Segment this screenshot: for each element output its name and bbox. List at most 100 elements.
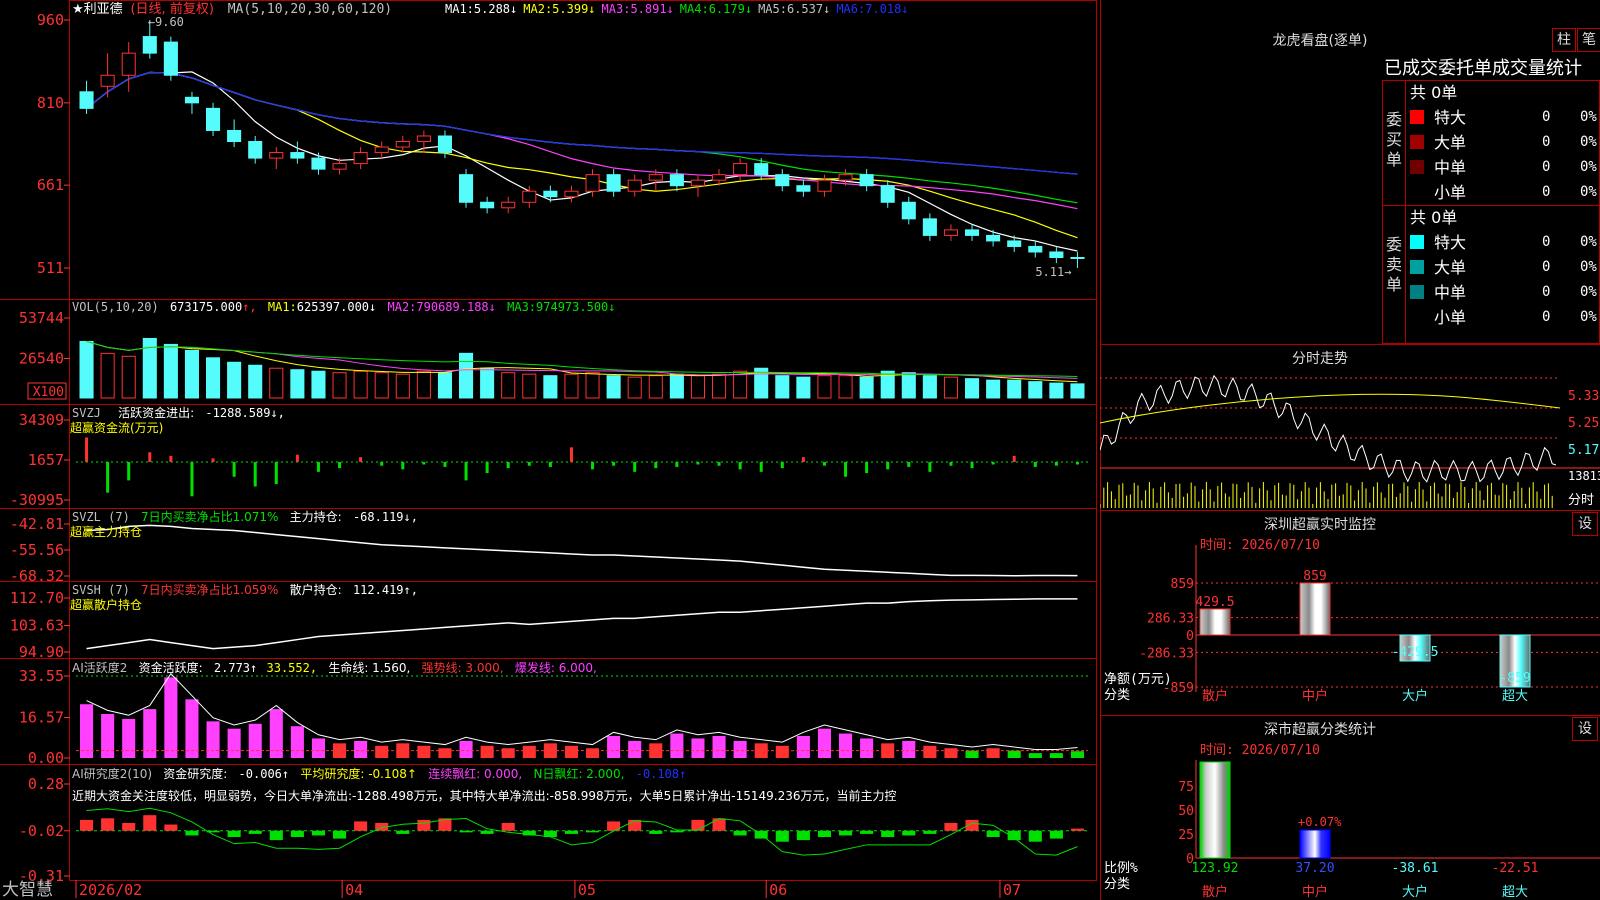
ai-active-bar <box>227 728 241 758</box>
order-percent: 0% <box>1580 284 1597 300</box>
svzj-bar <box>148 452 152 463</box>
candle <box>627 179 642 192</box>
order-size-label: 小单 <box>1434 183 1467 202</box>
vol-bar <box>374 372 389 399</box>
classify-time: 时间: 2026/07/10 <box>1200 743 1320 758</box>
svzj-bar <box>443 462 447 467</box>
axis-tick: 1657 <box>28 451 64 469</box>
price-tick: 810 <box>37 94 64 112</box>
kline-chart[interactable]: 960 810 661 511 ←9.60 5.11→ 53744 26540 X100 34… <box>0 0 1100 900</box>
svzj-bar <box>527 462 531 466</box>
vol-bar <box>1007 379 1022 399</box>
axis-tick: -30995 <box>10 491 64 509</box>
classify-top-border <box>1100 715 1600 716</box>
classify-bar-label: 123.92 <box>1192 861 1239 876</box>
research-bar <box>164 824 178 831</box>
longhu-title: 龙虎看盘(逐单) <box>1272 33 1368 49</box>
ai-active-bar <box>101 714 115 758</box>
axis-tick: 94.90 <box>19 643 64 661</box>
ma6-key: MA6: <box>836 2 865 16</box>
price-tick: 960 <box>37 11 64 29</box>
axis-tick: -68.32 <box>10 567 64 585</box>
classify-mid-label: +0.07% <box>1298 815 1342 829</box>
ai-research-note: 近期大资金关注度较低，明显弱势，今日大单净流出:-1288.498万元，其中特大… <box>72 788 897 803</box>
ai-active-value: 2.773↑ <box>214 661 257 675</box>
vol-bar <box>606 375 621 399</box>
color-swatch <box>1410 285 1424 299</box>
intraday-chart[interactable]: 5.33 5.25 5.17 13813 分时 <box>1100 368 1600 510</box>
svzl-sub: 超赢主力持仓 <box>70 524 142 539</box>
research-bar <box>480 830 494 834</box>
candle <box>121 52 136 76</box>
ai-active-bar <box>1007 750 1021 758</box>
vol-bar <box>501 372 516 399</box>
ai-active-bar <box>122 718 136 758</box>
monitor-settings-button[interactable]: 设 <box>1572 512 1598 536</box>
ai-research-nday: N日飘红: 2.000, <box>533 766 624 781</box>
ma2-key: MA2: <box>523 2 552 16</box>
vol-bar <box>901 372 916 399</box>
ai-research-value: -0.006↑ <box>239 767 290 781</box>
ma5-value: 6.537↓ <box>787 2 830 16</box>
ai-active-title: AI活跃度2 资金活跃度: 2.773↑ 33.552, 生命线: 1.560,… <box>72 660 597 675</box>
svsh-line <box>86 598 1078 650</box>
candle <box>374 146 389 154</box>
classify-ylabel: 比例% <box>1104 861 1138 876</box>
ai-active-bar <box>290 726 304 758</box>
sell-side-label: 委卖单 <box>1386 235 1403 294</box>
svzj-bar <box>717 462 721 466</box>
svzj-bar <box>1075 462 1079 465</box>
svsh-value: 112.419↑, <box>353 583 418 597</box>
classify-settings-button[interactable]: 设 <box>1572 717 1598 741</box>
svzj-bar <box>316 462 320 472</box>
vol-bar <box>311 370 326 399</box>
vol-bar <box>1028 381 1043 399</box>
bar-mode-button[interactable]: 柱 <box>1552 28 1576 52</box>
svsh-sub: 超赢散户持仓 <box>70 597 142 612</box>
ai-active-bar <box>459 740 473 758</box>
stock-name[interactable]: ★利亚德 <box>72 2 123 17</box>
svzj-bar <box>928 462 932 472</box>
sell-row: 大单 0 0% <box>1408 255 1600 280</box>
ma120-line <box>86 71 1078 175</box>
classify-bar-label: -22.51 <box>1492 861 1539 876</box>
research-bar <box>269 830 283 841</box>
ma10-line <box>86 71 1078 239</box>
tick-mode-button[interactable]: 笔 <box>1577 28 1600 52</box>
ai-active-bar <box>628 740 642 758</box>
buy-row: 小单 0 0% <box>1408 180 1600 205</box>
classify-category: 散户 <box>1202 884 1228 900</box>
intraday-vol-tick: 13813 <box>1568 469 1600 483</box>
ma-values: MA1:5.288↓ MA2:5.399↓ MA3:5.891↓ MA4:6.179↓… <box>445 2 909 16</box>
order-count: 0 <box>1542 234 1551 250</box>
ai-active-bar <box>564 745 578 758</box>
ma4-value: 6.179↓ <box>709 2 752 16</box>
order-percent: 0% <box>1580 159 1597 175</box>
date-tick: 04 <box>345 881 363 899</box>
classify-tick: 25 <box>1178 828 1194 843</box>
research-bar <box>101 818 115 831</box>
research-bar <box>817 830 831 838</box>
svzj-bar <box>612 462 616 466</box>
candle <box>943 229 958 236</box>
ai-active-bar <box>670 733 684 758</box>
candle <box>163 41 178 76</box>
vol-bar <box>669 373 684 399</box>
svzj-label: SVZJ <box>72 406 101 420</box>
intraday-tick: 5.25 <box>1568 416 1599 431</box>
monitor-tick: -286.33 <box>1139 646 1194 661</box>
ai-research-title-text: 资金研究度: <box>163 766 227 781</box>
research-bar <box>311 830 325 836</box>
ai-active-label: AI活跃度2 <box>72 660 127 675</box>
monitor-category: 超大 <box>1502 689 1528 704</box>
ai-active-bar <box>143 709 157 758</box>
ai-research-avg: 平均研究度: -0.108↑ <box>300 766 417 781</box>
svzj-panel: 34309 1657 -30995 <box>10 411 1088 509</box>
ai-active-bar <box>586 748 600 758</box>
order-size-label: 中单 <box>1434 158 1467 177</box>
price-tick: 661 <box>37 176 64 194</box>
candle <box>880 185 895 203</box>
classify-category: 大户 <box>1402 884 1428 900</box>
svzj-bar <box>822 462 826 466</box>
longhu-header: 已成交委托单成交量统计 <box>1384 58 1582 79</box>
